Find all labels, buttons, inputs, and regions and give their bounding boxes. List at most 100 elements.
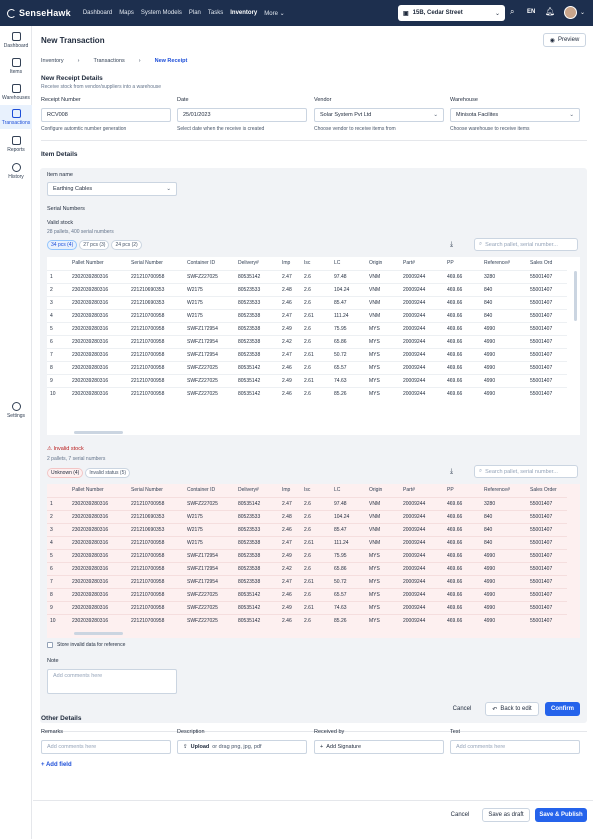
column-header[interactable]: PP bbox=[444, 257, 481, 270]
table-row[interactable]: 4 2302039280316 221210700958 W2175 80523538 2… bbox=[47, 308, 567, 322]
table-row[interactable]: 7 2302039280316 221210700958 SWFZ172954 8052… bbox=[47, 347, 567, 361]
remarks-input[interactable]: Add comments here bbox=[41, 740, 171, 754]
column-header[interactable]: Isc bbox=[301, 257, 331, 270]
table-row[interactable]: 6 2302039280316 221210700958 SWFZ172954 8052… bbox=[47, 561, 567, 575]
horizontal-scrollbar[interactable] bbox=[74, 632, 123, 635]
warehouse-select[interactable]: Minisota Facilites ⌄ bbox=[450, 108, 580, 122]
valid-chip[interactable]: 34 pcs (4) bbox=[47, 240, 78, 250]
note-textarea[interactable]: Add comments here bbox=[47, 669, 177, 694]
preview-button[interactable]: ◉ Preview bbox=[543, 33, 586, 47]
table-row[interactable]: 2 2302039280316 221210690353 W2175 80523533 2… bbox=[47, 509, 567, 523]
table-row[interactable]: 8 2302039280316 221210700958 SWFZ227025 8053… bbox=[47, 587, 567, 601]
column-header[interactable]: Part# bbox=[400, 257, 444, 270]
column-header[interactable]: Imp bbox=[279, 257, 301, 270]
sidebar-item-dashboard[interactable]: Dashboard bbox=[0, 29, 32, 51]
nav-more[interactable]: More ⌄ bbox=[264, 10, 284, 17]
confirm-button[interactable]: Confirm bbox=[545, 702, 580, 716]
column-header[interactable]: Imp bbox=[279, 484, 301, 497]
column-header[interactable]: Serial Number bbox=[128, 257, 184, 270]
table-row[interactable]: 5 2302039280316 221210700958 SWFZ172954 8052… bbox=[47, 548, 567, 562]
column-header[interactable]: Pallet Number bbox=[69, 257, 128, 270]
chevron-down-icon[interactable]: ⌄ bbox=[580, 9, 585, 16]
footer-cancel-button[interactable]: Cancel bbox=[443, 808, 477, 822]
valid-search-input[interactable]: ⌕ Search pallet, serial number... bbox=[474, 238, 578, 251]
table-row[interactable]: 7 2302039280316 221210700958 SWFZ172954 8052… bbox=[47, 574, 567, 588]
column-header[interactable]: Serial Number bbox=[128, 484, 184, 497]
language-selector[interactable]: EN bbox=[527, 9, 535, 15]
valid-chip[interactable]: 27 pcs (3) bbox=[79, 240, 110, 250]
table-row[interactable]: 4 2302039280316 221210700958 W2175 80523538 2… bbox=[47, 535, 567, 549]
table-row[interactable]: 10 2302039280316 221210700958 SWFZ227025 805… bbox=[47, 613, 567, 627]
table-row[interactable]: 9 2302039280316 221210700958 SWFZ227025 8053… bbox=[47, 373, 567, 387]
item-name-select[interactable]: Earthing Cables ⌄ bbox=[47, 182, 177, 196]
nav-maps[interactable]: Maps bbox=[119, 10, 134, 17]
table-row[interactable]: 5 2302039280316 221210700958 SWFZ172954 8052… bbox=[47, 321, 567, 335]
column-header[interactable]: Pallet Number bbox=[69, 484, 128, 497]
column-header[interactable]: PP bbox=[444, 484, 481, 497]
nav-system-models[interactable]: System Models bbox=[141, 10, 182, 17]
sensehawk-logo[interactable]: SenseHawk bbox=[7, 8, 71, 18]
download-icon[interactable]: ⤓ bbox=[450, 241, 453, 249]
nav-tasks[interactable]: Tasks bbox=[208, 10, 223, 17]
sidebar-item-warehouses[interactable]: Warehouses bbox=[0, 81, 32, 103]
table-row[interactable]: 1 2302039280316 221210700958 SWFZ227025 8053… bbox=[47, 269, 567, 283]
save-draft-button[interactable]: Save as draft bbox=[482, 808, 530, 822]
add-signature-button[interactable]: + Add Signature bbox=[314, 740, 444, 754]
table-row[interactable]: 3 2302039280316 221210690353 W2175 80523533 2… bbox=[47, 522, 567, 536]
sidebar-item-history[interactable]: History bbox=[0, 160, 32, 182]
invalid-search-input[interactable]: ⌕ Search pallet, serial number... bbox=[474, 465, 578, 478]
column-header[interactable]: Sales Order bbox=[527, 484, 567, 497]
store-invalid-checkbox-row[interactable]: Store invalid data for reference bbox=[47, 642, 125, 648]
back-to-edit-button[interactable]: ↶ Back to edit bbox=[485, 702, 539, 716]
column-header[interactable]: Origin bbox=[366, 257, 400, 270]
invalid-chip[interactable]: Invalid status (5) bbox=[85, 468, 131, 478]
column-header[interactable]: Reference# bbox=[481, 484, 527, 497]
table-row[interactable]: 6 2302039280316 221210700958 SWFZ172954 8052… bbox=[47, 334, 567, 348]
download-icon[interactable]: ⤓ bbox=[450, 468, 453, 476]
sidebar-item-items[interactable]: Items bbox=[0, 55, 32, 77]
column-header[interactable]: Delivery# bbox=[235, 257, 279, 270]
breadcrumb-transactions[interactable]: Transactions bbox=[93, 58, 124, 64]
column-header[interactable] bbox=[47, 484, 69, 497]
table-row[interactable]: 9 2302039280316 221210700958 SWFZ227025 8053… bbox=[47, 600, 567, 614]
column-header[interactable]: Origin bbox=[366, 484, 400, 497]
column-header[interactable]: Part# bbox=[400, 484, 444, 497]
sidebar-item-settings[interactable]: Settings bbox=[0, 399, 32, 421]
vertical-scrollbar[interactable] bbox=[574, 271, 577, 321]
table-row[interactable]: 8 2302039280316 221210700958 SWFZ227025 8053… bbox=[47, 360, 567, 374]
nav-inventory[interactable]: Inventory bbox=[230, 10, 257, 17]
date-field[interactable]: 25/01/2023 bbox=[177, 108, 307, 122]
table-row[interactable]: 1 2302039280316 221210700958 SWFZ227025 8053… bbox=[47, 496, 567, 510]
invalid-chip[interactable]: Unknown (4) bbox=[47, 468, 84, 478]
column-header[interactable]: Sales Ord bbox=[527, 257, 567, 270]
column-header[interactable]: LC bbox=[331, 484, 366, 497]
column-header[interactable]: Container ID bbox=[184, 257, 235, 270]
nav-dashboard[interactable]: Dashboard bbox=[83, 10, 112, 17]
column-header[interactable]: Container ID bbox=[184, 484, 235, 497]
project-selector[interactable]: ▣ 15B, Cedar Street ⌄ bbox=[398, 5, 505, 21]
sidebar-item-reports[interactable]: Reports bbox=[0, 133, 32, 155]
bell-icon[interactable]: 🔔︎ bbox=[545, 7, 555, 16]
item-cancel-button[interactable]: Cancel bbox=[446, 702, 478, 716]
horizontal-scrollbar[interactable] bbox=[74, 431, 123, 434]
search-icon[interactable]: ⌕ bbox=[510, 7, 514, 17]
receipt-number-hint[interactable]: Configure automtic number generation bbox=[41, 126, 126, 132]
column-header[interactable]: Isc bbox=[301, 484, 331, 497]
column-header[interactable]: LC bbox=[331, 257, 366, 270]
breadcrumb-inventory[interactable]: Inventory bbox=[41, 58, 64, 64]
column-header[interactable]: Reference# bbox=[481, 257, 527, 270]
vendor-select[interactable]: Solar System Pvt Ltd ⌄ bbox=[314, 108, 444, 122]
column-header[interactable] bbox=[47, 257, 69, 270]
store-invalid-checkbox[interactable] bbox=[47, 642, 53, 648]
column-header[interactable]: Delivery# bbox=[235, 484, 279, 497]
valid-chip[interactable]: 24 pcs (2) bbox=[111, 240, 142, 250]
test-input[interactable]: Add comments here bbox=[450, 740, 580, 754]
table-row[interactable]: 2 2302039280316 221210690353 W2175 80523533 2… bbox=[47, 282, 567, 296]
description-upload[interactable]: ⇪ Upload or drag png, jpg, pdf bbox=[177, 740, 307, 754]
table-row[interactable]: 10 2302039280316 221210700958 SWFZ227025 805… bbox=[47, 386, 567, 400]
nav-plan[interactable]: Plan bbox=[189, 10, 201, 17]
save-publish-button[interactable]: Save & Publish bbox=[535, 808, 587, 822]
avatar[interactable] bbox=[564, 6, 577, 19]
add-field-link[interactable]: + Add field bbox=[41, 762, 72, 768]
table-row[interactable]: 3 2302039280316 221210690353 W2175 80523533 2… bbox=[47, 295, 567, 309]
